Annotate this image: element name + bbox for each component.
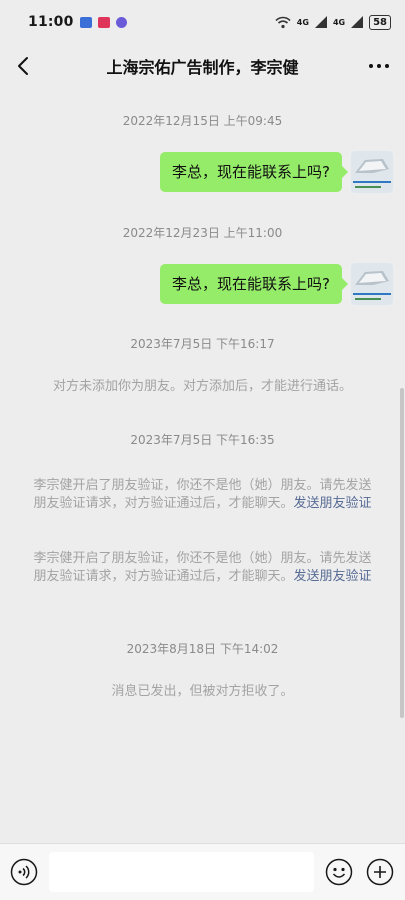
- sent-message-bubble[interactable]: 李总，现在能联系上吗?: [160, 152, 348, 192]
- input-bar: [0, 843, 405, 900]
- message-timestamp: 2023年7月5日 下午16:35: [130, 433, 275, 447]
- avatar[interactable]: [351, 151, 393, 193]
- signal-type-2: 4G: [332, 17, 346, 27]
- voice-icon[interactable]: [10, 858, 38, 886]
- avatar-image: [351, 263, 393, 305]
- system-message: 对方未添加你为朋友。对方添加后，才能进行通话。: [52, 379, 352, 394]
- chat-scrollbar[interactable]: [400, 388, 404, 718]
- media-app-icon: [97, 16, 110, 28]
- video-app-icon: [79, 16, 92, 28]
- signal-type-1: 4G: [296, 17, 309, 27]
- music-app-icon: [115, 16, 127, 28]
- signal-icon: [314, 16, 327, 28]
- chevron-left-icon[interactable]: [10, 52, 38, 80]
- send-friend-request-link[interactable]: 发送朋友验证: [294, 569, 372, 584]
- battery-icon: 58: [369, 14, 391, 30]
- system-message: 消息已发出，但被对方拒收了。: [111, 684, 294, 699]
- message-timestamp: 2022年12月23日 上午11:00: [122, 226, 283, 240]
- message-timestamp: 2022年12月15日 上午09:45: [122, 114, 283, 128]
- chat-title: 上海宗佑广告制作，李宗健: [106, 58, 299, 77]
- avatar-image: [351, 151, 393, 193]
- chat-area: 2022年12月15日 上午09:45 李总，现在能联系上吗? 2022年12月…: [0, 88, 405, 843]
- signal-icon: [351, 16, 364, 28]
- message-timestamp: 2023年8月18日 下午14:02: [126, 642, 279, 656]
- avatar[interactable]: [351, 263, 393, 305]
- status-bar: 11:00 4G 4G 58: [0, 0, 405, 44]
- send-friend-request-link[interactable]: 发送朋友验证: [294, 496, 372, 511]
- system-message: 李宗健开启了朋友验证，你还不是他（她）朋友。请先发送朋友验证请求，对方验证通过后…: [30, 550, 375, 586]
- system-message: 李宗健开启了朋友验证，你还不是他（她）朋友。请先发送朋友验证请求，对方验证通过后…: [30, 477, 375, 513]
- emoji-icon[interactable]: [325, 858, 353, 886]
- status-right: 4G 4G 58: [275, 14, 391, 30]
- message-input[interactable]: [49, 852, 314, 892]
- status-time: 11:00: [28, 14, 74, 30]
- message-timestamp: 2023年7月5日 下午16:17: [130, 337, 275, 351]
- chat-header: 上海宗佑广告制作，李宗健: [0, 44, 405, 88]
- more-dots-icon[interactable]: [365, 52, 393, 80]
- status-left: 11:00: [28, 14, 127, 30]
- sent-message-bubble[interactable]: 李总，现在能联系上吗?: [160, 264, 348, 304]
- wifi-icon: [275, 16, 291, 28]
- plus-icon[interactable]: [366, 858, 394, 886]
